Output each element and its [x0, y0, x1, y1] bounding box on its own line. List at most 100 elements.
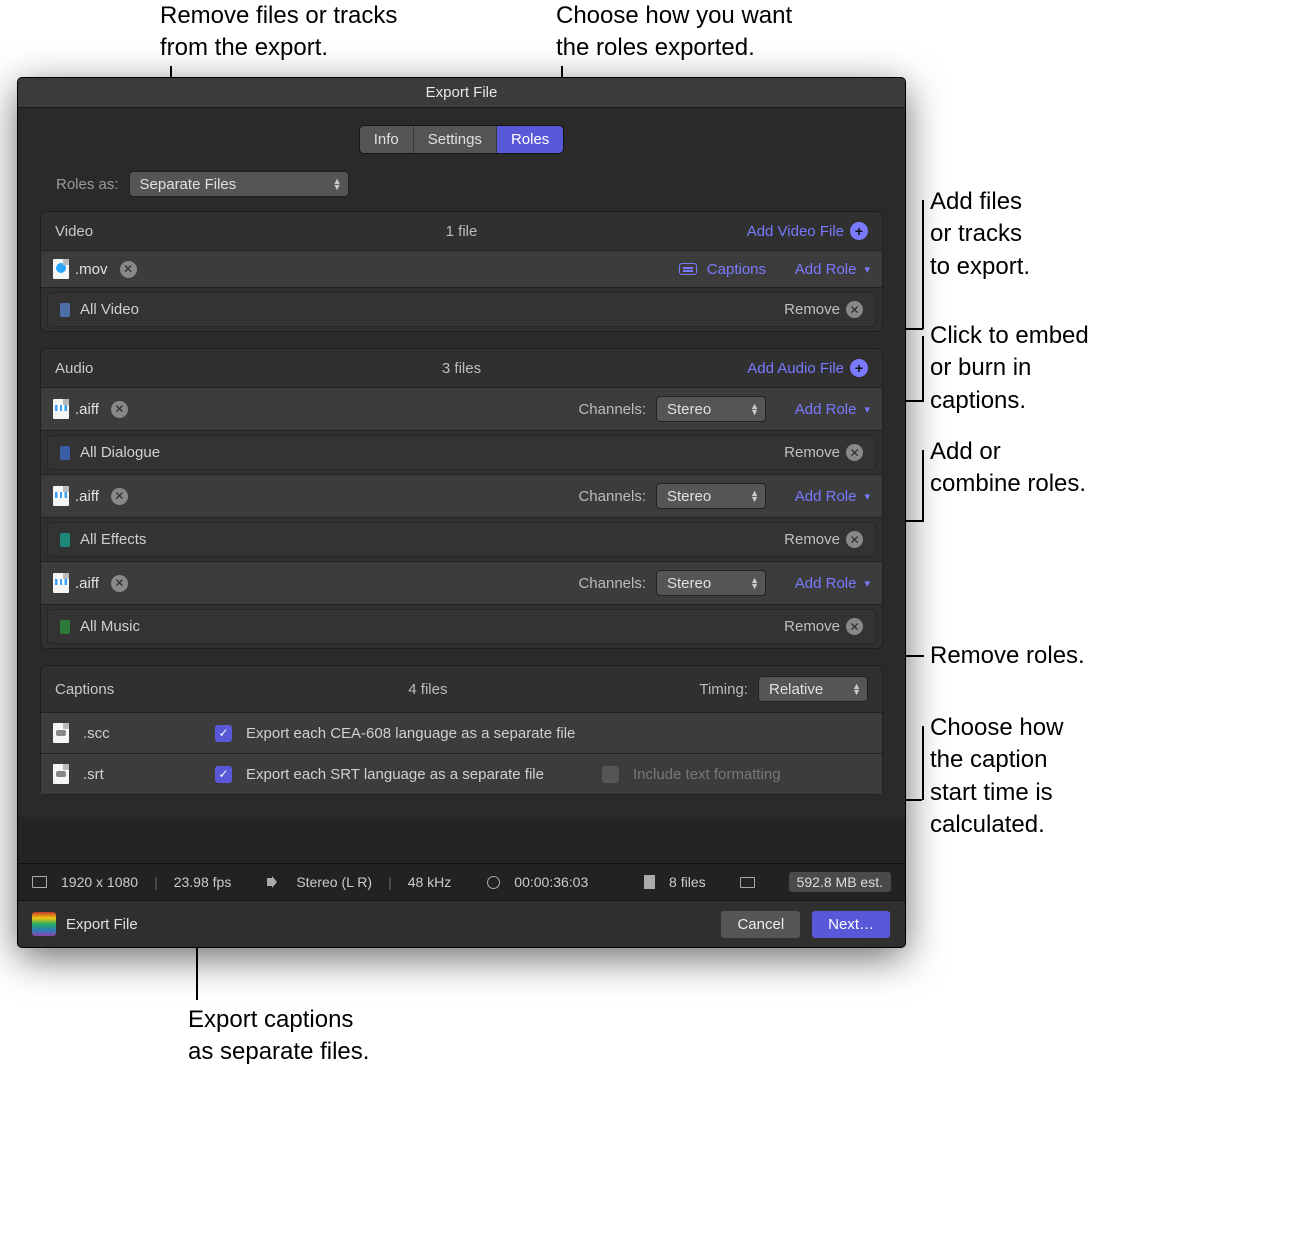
close-icon: ✕ [846, 444, 863, 461]
remove-label: Remove [784, 301, 840, 318]
resolution-icon [32, 876, 47, 888]
audio-file-ext: .aiff [75, 401, 99, 418]
role-color-swatch [60, 446, 70, 460]
callout-line [922, 450, 924, 521]
caption-file-icon [53, 764, 69, 784]
audio-role-name: All Music [80, 618, 140, 635]
add-role-label: Add Role [795, 401, 857, 418]
audio-role-name: All Dialogue [80, 444, 160, 461]
status-files: 8 files [669, 874, 706, 890]
roles-as-select[interactable]: Separate Files ▲▼ [129, 171, 349, 197]
callout-remove-roles: Remove roles. [930, 640, 1085, 672]
updown-icon: ▲▼ [333, 178, 342, 190]
next-button[interactable]: Next… [811, 910, 891, 939]
remove-file-button[interactable]: ✕ [111, 401, 128, 418]
clock-icon [487, 876, 500, 889]
remove-label: Remove [784, 618, 840, 635]
audio-file-row: .aiff ✕ Channels: Stereo▲▼ Add Role▾ [41, 561, 882, 605]
roles-as-label: Roles as: [56, 176, 119, 193]
video-file-count: 1 file [446, 223, 478, 240]
chevron-down-icon: ▾ [864, 263, 870, 276]
captions-section-title: Captions [55, 681, 114, 698]
export-file-window: Export File Info Settings Roles Roles as… [18, 78, 905, 947]
remove-file-button[interactable]: ✕ [120, 261, 137, 278]
add-video-file-button[interactable]: Add Video File + [747, 222, 868, 240]
timing-label: Timing: [699, 681, 748, 698]
add-role-button[interactable]: Add Role ▾ [786, 488, 870, 505]
timing-select[interactable]: Relative ▲▼ [758, 676, 868, 702]
add-video-file-label: Add Video File [747, 223, 844, 240]
updown-icon: ▲▼ [750, 403, 759, 415]
segmented-control: Info Settings Roles [360, 126, 564, 153]
aiff-file-icon [53, 486, 69, 506]
add-role-label: Add Role [795, 261, 857, 278]
caption-file-row: .srt ✓ Export each SRT language as a separ… [41, 753, 882, 794]
app-icon [32, 912, 56, 936]
add-role-button[interactable]: Add Role▾ [786, 575, 870, 592]
caption-file-ext: .srt [83, 766, 127, 783]
callout-roles-exported: Choose how you want the roles exported. [556, 0, 792, 65]
monitor-icon [740, 877, 755, 888]
tab-roles[interactable]: Roles [497, 126, 563, 153]
add-role-button[interactable]: Add Role ▾ [786, 401, 870, 418]
status-size: 592.8 MB est. [789, 872, 891, 892]
window-title: Export File [18, 78, 905, 108]
export-separate-checkbox[interactable]: ✓ [215, 766, 232, 783]
plus-icon: + [850, 222, 868, 240]
add-role-label: Add Role [795, 575, 857, 592]
video-section: Video 1 file Add Video File + .mov ✕ Cap… [40, 211, 883, 332]
audio-file-count: 3 files [442, 360, 481, 377]
updown-icon: ▲▼ [852, 683, 861, 695]
callout-line [922, 726, 924, 800]
chevron-down-icon: ▾ [864, 403, 870, 416]
speaker-icon [267, 876, 282, 888]
channels-select[interactable]: Stereo▲▼ [656, 570, 766, 596]
captions-button[interactable]: Captions [707, 261, 766, 278]
captions-section: Captions 4 files Timing: Relative ▲▼ .sc… [40, 665, 883, 795]
status-duration: 00:00:36:03 [514, 874, 588, 890]
audio-file-ext: .aiff [75, 488, 99, 505]
video-section-title: Video [55, 223, 93, 240]
audio-file-ext: .aiff [75, 575, 99, 592]
caption-export-label: Export each CEA-608 language as a separa… [246, 725, 575, 742]
callout-add-combine-roles: Add or combine roles. [930, 436, 1086, 501]
bottom-title: Export File [66, 916, 138, 933]
status-fps: 23.98 fps [174, 874, 232, 890]
audio-file-row: .aiff✕Channels:Stereo▲▼Add Role▾ [41, 387, 882, 431]
cancel-button[interactable]: Cancel [720, 910, 801, 939]
remove-role-button[interactable]: Remove✕ [784, 444, 863, 461]
add-audio-file-button[interactable]: Add Audio File + [747, 359, 868, 377]
role-color-swatch [60, 620, 70, 634]
updown-icon: ▲▼ [750, 577, 759, 589]
captions-icon [679, 263, 697, 275]
add-audio-file-label: Add Audio File [747, 360, 844, 377]
caption-export-label: Export each SRT language as a separate f… [246, 766, 544, 783]
callout-line [922, 200, 924, 329]
audio-role-row: All Dialogue Remove✕ [47, 435, 876, 470]
remove-file-button[interactable]: ✕ [111, 575, 128, 592]
video-role-name: All Video [80, 301, 139, 318]
caption-file-ext: .scc [83, 725, 127, 742]
remove-role-button[interactable]: Remove✕ [784, 618, 863, 635]
status-resolution: 1920 x 1080 [61, 874, 138, 890]
remove-label: Remove [784, 531, 840, 548]
channels-label: Channels: [578, 575, 646, 592]
tab-info[interactable]: Info [360, 126, 414, 153]
aiff-file-icon [53, 399, 69, 419]
callout-embed-captions: Click to embed or burn in captions. [930, 320, 1089, 417]
remove-file-button[interactable]: ✕ [111, 488, 128, 505]
chevron-down-icon: ▾ [864, 490, 870, 503]
add-role-label: Add Role [795, 488, 857, 505]
export-separate-checkbox[interactable]: ✓ [215, 725, 232, 742]
remove-role-button[interactable]: Remove ✕ [784, 301, 863, 318]
channels-select[interactable]: Stereo▲▼ [656, 483, 766, 509]
remove-role-button[interactable]: Remove✕ [784, 531, 863, 548]
status-bar: 1920 x 1080 | 23.98 fps Stereo (L R) | 4… [18, 863, 905, 901]
tab-settings[interactable]: Settings [414, 126, 497, 153]
files-icon [644, 875, 655, 889]
channels-select[interactable]: Stereo▲▼ [656, 396, 766, 422]
callout-export-captions-separate: Export captions as separate files. [188, 1004, 369, 1069]
add-role-button[interactable]: Add Role ▾ [786, 261, 870, 278]
include-formatting-checkbox[interactable] [602, 766, 619, 783]
roles-panel: Roles as: Separate Files ▲▼ Video 1 file… [18, 167, 905, 817]
